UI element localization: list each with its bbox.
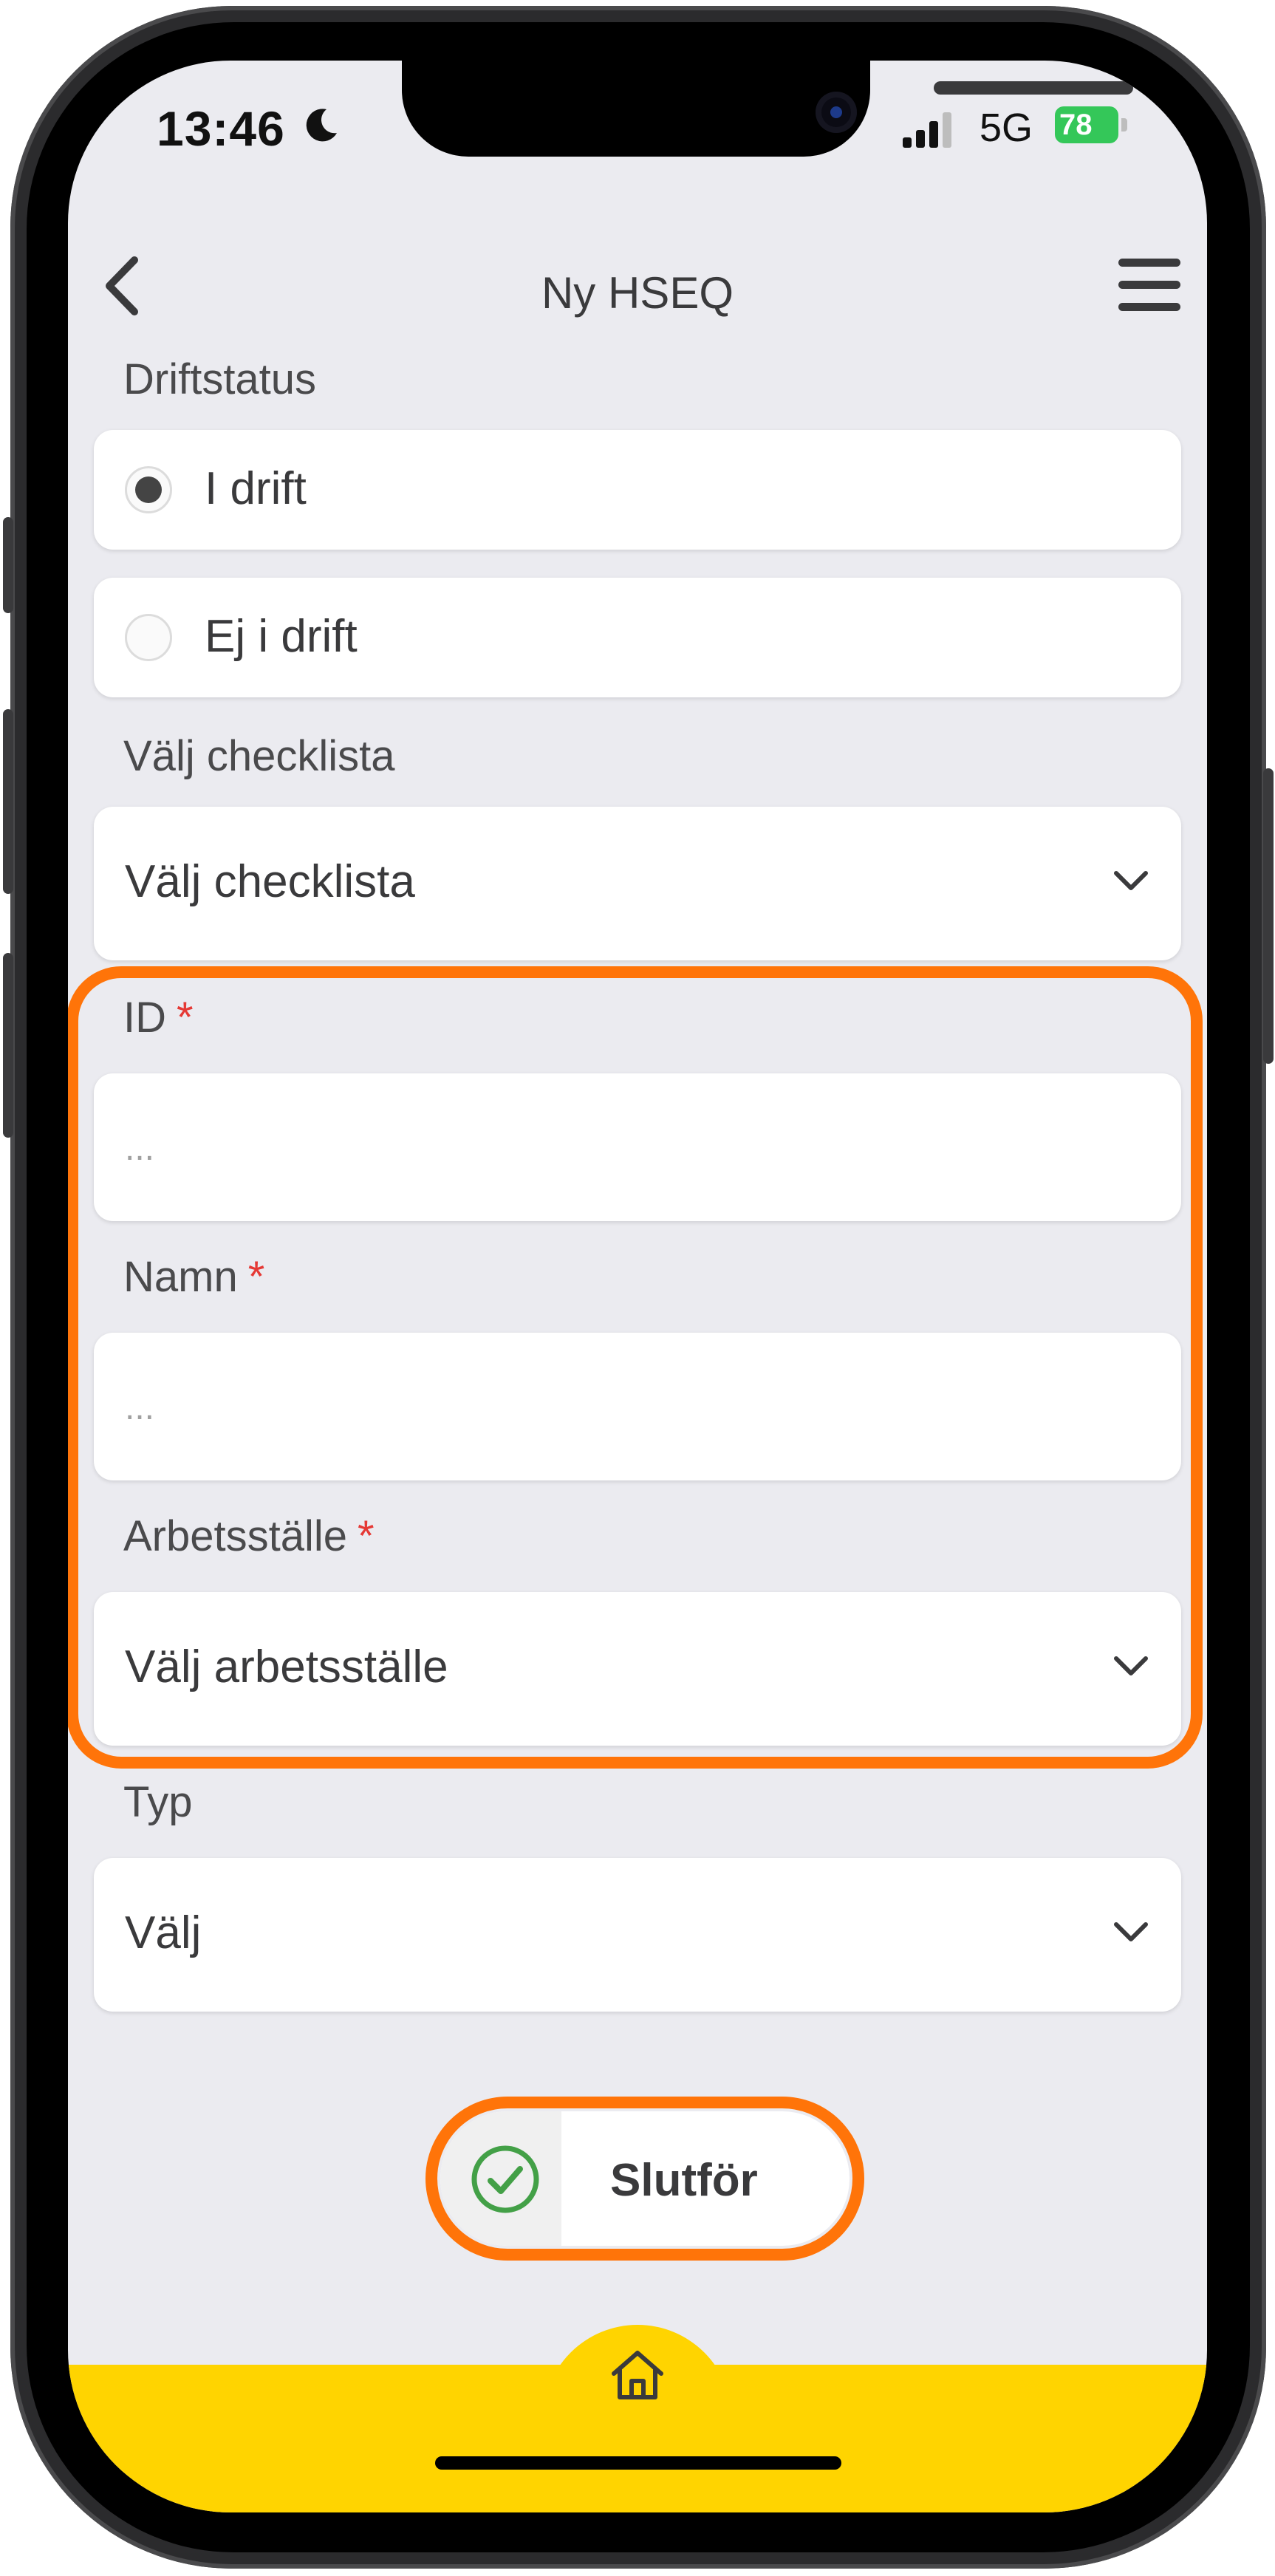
check-circle-icon <box>471 2145 539 2213</box>
volume-up-button <box>3 709 13 894</box>
radio-button-selected[interactable] <box>125 466 172 513</box>
app-header: Ny HSEQ <box>68 230 1207 327</box>
radio-option-ej-i-drift[interactable]: Ej i drift <box>94 578 1181 697</box>
arbetsstalle-label-text: Arbetsställe <box>123 1512 348 1560</box>
arbetsstalle-select[interactable]: Välj arbetsställe <box>94 1592 1181 1746</box>
radio-label: I drift <box>205 463 307 514</box>
finish-button[interactable]: Slutför <box>440 2111 850 2246</box>
battery-level: 78 <box>1059 109 1093 141</box>
typ-label: Typ <box>123 1778 193 1826</box>
radio-option-i-drift[interactable]: I drift <box>94 430 1181 550</box>
namn-field[interactable] <box>94 1333 1181 1480</box>
arbetsstalle-label: Arbetsställe * <box>123 1511 375 1561</box>
status-time: 13:46 <box>157 101 285 156</box>
battery-icon: 78 <box>1055 106 1118 143</box>
checklista-select[interactable]: Välj checklista <box>94 807 1181 960</box>
required-mark: * <box>177 994 194 1042</box>
home-icon[interactable] <box>608 2346 667 2405</box>
page-title: Ny HSEQ <box>541 268 734 318</box>
network-type: 5G <box>980 106 1033 150</box>
moon-icon <box>306 109 337 142</box>
namn-label: Namn * <box>123 1252 264 1302</box>
id-label: ID * <box>123 993 194 1042</box>
chevron-down-icon <box>1114 1922 1148 1941</box>
id-label-text: ID <box>123 994 166 1042</box>
signal-icon <box>903 112 951 148</box>
namn-input[interactable] <box>123 1377 1152 1438</box>
id-field[interactable] <box>94 1073 1181 1221</box>
front-camera <box>816 92 857 133</box>
typ-value: Välj <box>125 1907 202 1958</box>
screen: 13:46 5G 78 Ny HSEQ Driftstatus I drift <box>68 61 1207 2512</box>
namn-label-text: Namn <box>123 1253 238 1301</box>
driftstatus-label: Driftstatus <box>123 355 317 403</box>
typ-select[interactable]: Välj <box>94 1858 1181 2012</box>
radio-button[interactable] <box>125 614 172 661</box>
hamburger-menu-icon[interactable] <box>1118 259 1180 312</box>
home-indicator[interactable] <box>435 2456 841 2470</box>
speaker <box>934 81 1133 95</box>
radio-label: Ej i drift <box>205 611 358 662</box>
chevron-down-icon <box>1114 1656 1148 1675</box>
checklista-label: Välj checklista <box>123 732 395 780</box>
checklista-value: Välj checklista <box>125 856 415 907</box>
arbetsstalle-value: Välj arbetsställe <box>125 1641 448 1692</box>
chevron-down-icon <box>1114 871 1148 890</box>
battery-cap <box>1121 118 1127 131</box>
notch <box>402 61 1133 157</box>
side-button <box>3 517 13 613</box>
required-mark: * <box>247 1253 265 1301</box>
power-button <box>1263 768 1274 1064</box>
volume-down-button <box>3 953 13 1138</box>
id-input[interactable] <box>123 1118 1152 1178</box>
required-mark: * <box>358 1512 375 1560</box>
finish-button-label: Slutför <box>610 2155 758 2206</box>
